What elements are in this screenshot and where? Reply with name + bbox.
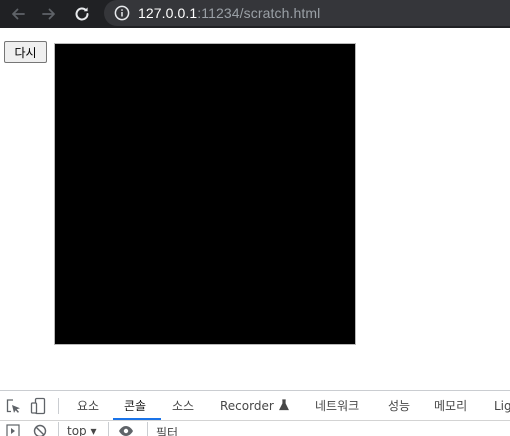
address-bar[interactable]: 127.0.0.1:11234/scratch.html bbox=[104, 0, 510, 26]
tab-performance[interactable]: 성능 bbox=[388, 391, 410, 421]
sidebar-toggle-icon[interactable] bbox=[6, 424, 20, 436]
eye-icon[interactable] bbox=[118, 424, 134, 436]
devtools-panel: 요소 콘솔 소스 Recorder 네트워크 성능 메모리 Lig top ▾ … bbox=[0, 390, 510, 435]
toolbar-divider bbox=[108, 422, 109, 436]
reload-button[interactable] bbox=[69, 0, 95, 28]
console-toolbar: top ▾ 필터 bbox=[0, 422, 510, 436]
console-filter-input[interactable]: 필터 bbox=[156, 424, 178, 436]
tab-network[interactable]: 네트워크 bbox=[315, 391, 359, 421]
tab-recorder[interactable]: Recorder bbox=[220, 391, 290, 421]
context-selector[interactable]: top ▾ bbox=[67, 424, 97, 436]
context-selector-label: top bbox=[67, 424, 87, 436]
tab-recorder-label: Recorder bbox=[220, 399, 274, 413]
browser-toolbar: 127.0.0.1:11234/scratch.html bbox=[0, 0, 510, 28]
info-icon[interactable] bbox=[114, 5, 130, 21]
url-text: 127.0.0.1:11234/scratch.html bbox=[138, 5, 320, 21]
toolbar-divider bbox=[58, 398, 59, 414]
arrow-right-icon bbox=[41, 6, 57, 22]
tab-memory[interactable]: 메모리 bbox=[434, 391, 467, 421]
clear-console-icon[interactable] bbox=[33, 424, 47, 436]
tab-console[interactable]: 콘솔 bbox=[124, 391, 146, 421]
devtools-tab-bar: 요소 콘솔 소스 Recorder 네트워크 성능 메모리 Lig bbox=[0, 391, 510, 421]
device-toolbar-icon[interactable] bbox=[30, 397, 48, 415]
page-content: 다시 bbox=[0, 28, 510, 390]
active-tab-indicator bbox=[113, 418, 161, 420]
arrow-left-icon bbox=[10, 6, 26, 22]
inspect-element-icon[interactable] bbox=[4, 397, 22, 415]
flask-icon bbox=[278, 399, 290, 411]
back-button[interactable] bbox=[5, 0, 31, 28]
toolbar-divider bbox=[147, 422, 148, 436]
toolbar-divider bbox=[58, 422, 59, 436]
game-canvas[interactable] bbox=[54, 43, 356, 345]
tab-sources[interactable]: 소스 bbox=[172, 391, 194, 421]
tab-elements[interactable]: 요소 bbox=[77, 391, 99, 421]
reload-icon bbox=[73, 5, 91, 23]
retry-button[interactable]: 다시 bbox=[4, 41, 47, 63]
forward-button[interactable] bbox=[36, 0, 62, 28]
tab-lighthouse[interactable]: Lig bbox=[494, 391, 510, 421]
